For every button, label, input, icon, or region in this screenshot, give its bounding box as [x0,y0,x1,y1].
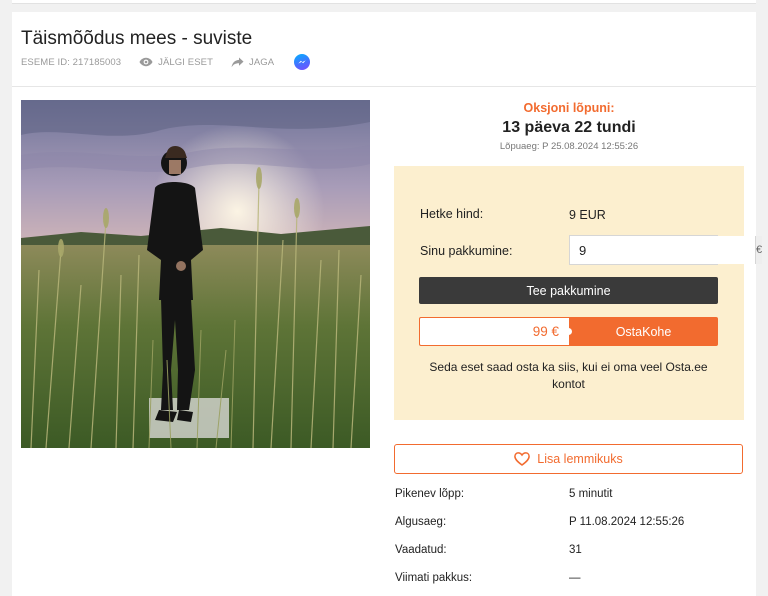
top-strip [12,0,756,4]
bid-box: Hetke hind: 9 EUR Sinu pakkumine: € Tee … [394,166,763,420]
info-label: Pikenev lõpp: [395,488,465,500]
buy-now-row: 99 € OstaKohe [419,317,718,346]
item-id: ESEME ID: 217185003 [21,56,122,68]
current-price-value: 9 EUR [569,208,606,222]
heart-icon [514,452,531,466]
your-bid-label: Sinu pakkumine: [420,244,513,258]
info-value: 5 minutit [569,488,613,500]
info-row-last-bidder: Viimati pakkus: — [395,570,744,596]
auction-end-label: Oksjoni lõpuni: [523,101,615,115]
info-row-extended-end: Pikenev lõpp: 5 minutit [395,486,744,514]
eye-icon [139,57,153,67]
share-arrow-icon [231,57,244,67]
item-photo[interactable] [21,100,370,448]
watch-item-link[interactable]: JÄLGI ESET [139,57,213,68]
buy-now-price: 99 € [419,317,572,346]
listing-meta: ESEME ID: 217185003 JÄLGI ESET JAGA [21,54,311,70]
buy-now-button[interactable]: OstaKohe [569,317,718,346]
info-label: Vaadatud: [395,544,447,556]
auction-panel: Oksjoni lõpuni: 13 päeva 22 tundi Lõpuae… [394,100,763,584]
bid-amount-field[interactable]: € [569,235,763,265]
place-bid-button[interactable]: Tee pakkumine [419,277,718,304]
buy-now-separator-dot [565,328,572,335]
share-link[interactable]: JAGA [231,57,274,68]
info-row-start-time: Algusaeg: P 11.08.2024 12:55:26 [395,514,744,542]
current-price-label: Hetke hind: [420,207,484,221]
add-favorite-label: Lisa lemmikuks [537,452,623,466]
listing-title: Täismõõdus mees - suviste [21,28,253,49]
currency-suffix: € [755,236,763,264]
info-row-views: Vaadatud: 31 [395,542,744,570]
share-label: JAGA [249,56,275,68]
info-value: 31 [569,544,582,556]
buy-now-price-value: 99 € [532,324,559,339]
info-value: P 11.08.2024 12:55:26 [569,516,685,528]
listing-card: Täismõõdus mees - suviste ESEME ID: 2171… [12,12,763,596]
info-label: Viimati pakkus: [395,572,473,584]
info-value: — [569,572,581,584]
messenger-icon[interactable] [294,54,311,70]
bid-amount-input[interactable] [570,236,755,264]
auction-remaining-time: 13 päeva 22 tundi [502,119,636,136]
auction-end-date: Lõpuaeg: P 25.08.2024 12:55:26 [499,141,639,152]
info-label: Algusaeg: [395,516,447,528]
buy-now-note: Seda eset saad osta ka siis, kui ei oma … [429,360,708,391]
add-favorite-button[interactable]: Lisa lemmikuks [394,444,743,474]
watch-item-label: JÄLGI ESET [158,56,213,68]
header-divider [12,86,756,87]
item-info-table: Pikenev lõpp: 5 minutit Algusaeg: P 11.0… [395,486,744,596]
